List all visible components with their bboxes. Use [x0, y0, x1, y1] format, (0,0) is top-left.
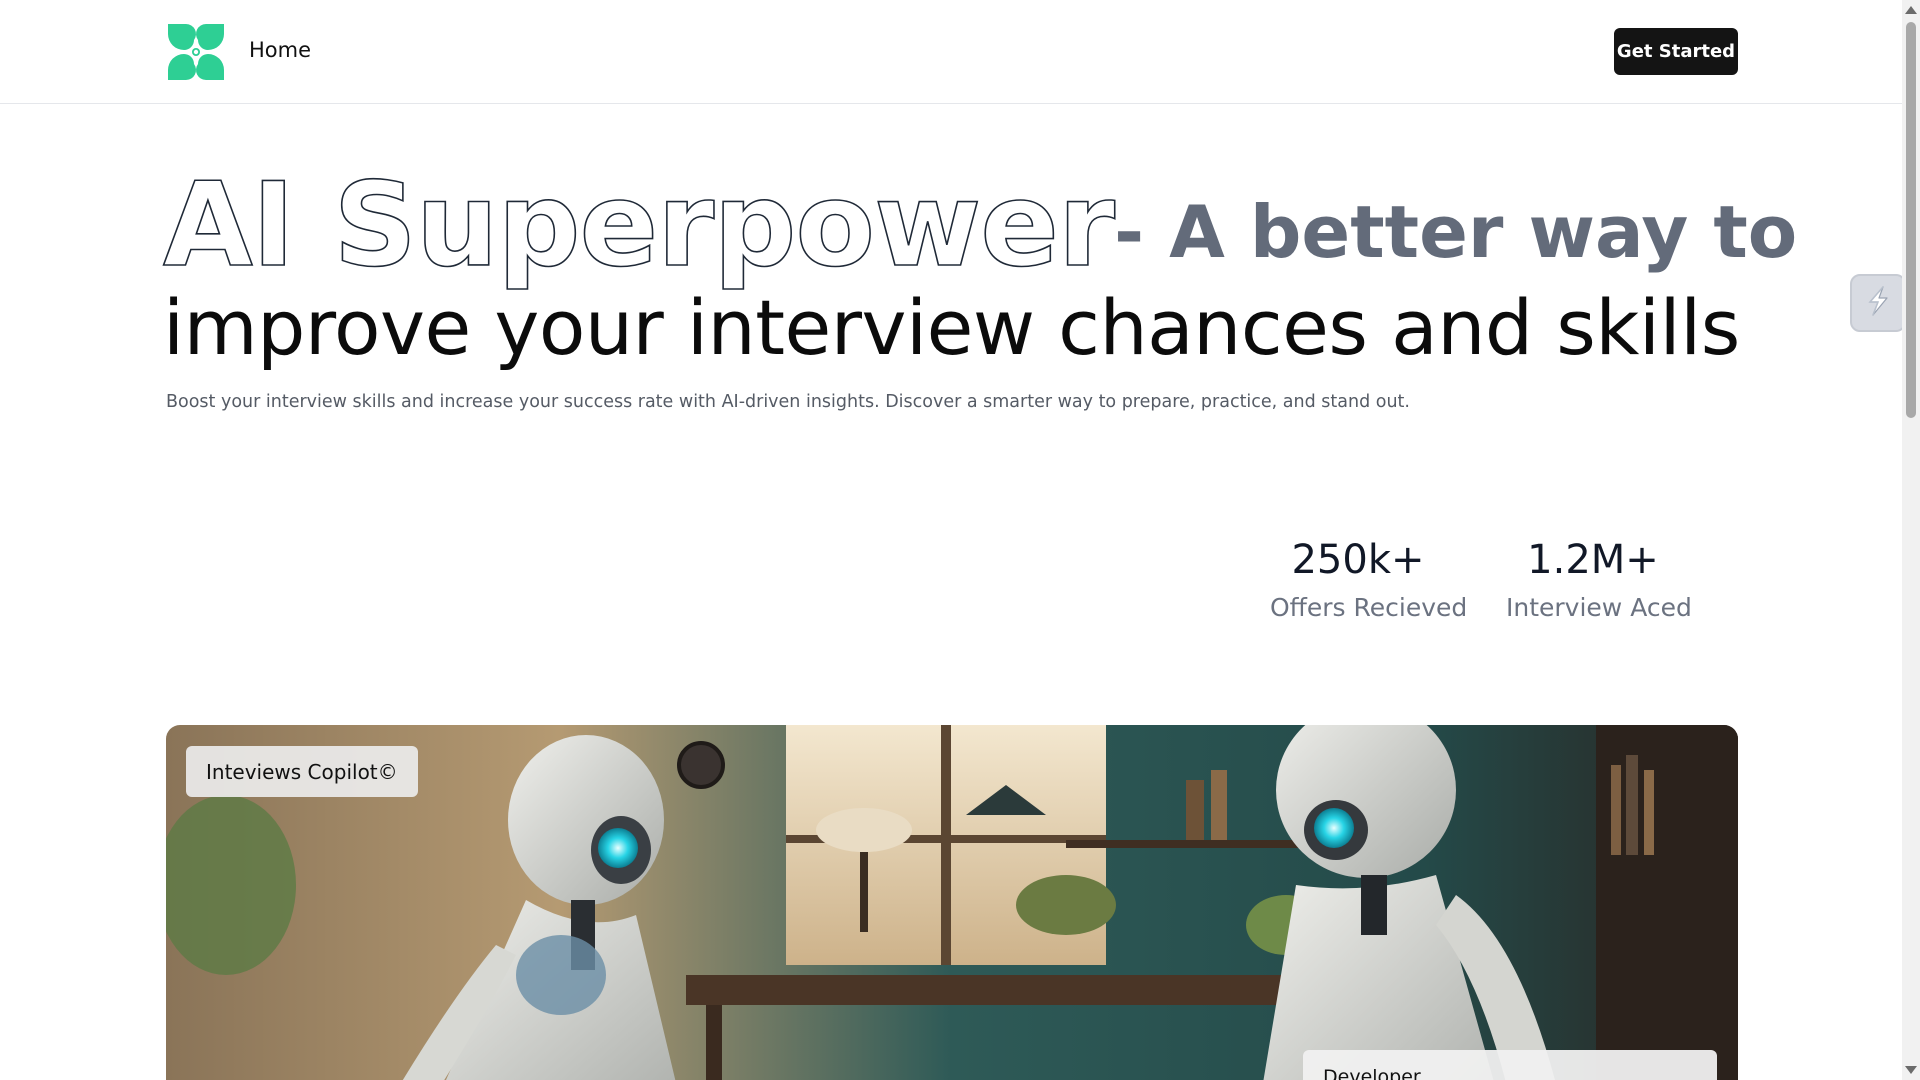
stat-label: Offers Recieved [1270, 593, 1468, 622]
hero-title-bold: - A better way to [1114, 190, 1798, 274]
page: Home Get Started AI Superpower- A better… [0, 0, 1902, 1080]
hero-title-line2: improve your interview chances and skill… [163, 283, 1740, 372]
role-chip-developer: Developer [1303, 1050, 1717, 1080]
copilot-tag: Inteviews Copilot© [186, 746, 418, 797]
logo-icon[interactable] [166, 22, 226, 82]
stat-label: Interview Aced [1506, 593, 1692, 622]
nav-home-link[interactable]: Home [249, 38, 311, 62]
scroll-down-arrow-icon[interactable] [1905, 1066, 1917, 1074]
stat-offers: 250k+ Offers Recieved [1270, 537, 1468, 622]
get-started-button[interactable]: Get Started [1614, 28, 1738, 75]
scrollbar-thumb[interactable] [1906, 22, 1916, 418]
lightning-bolt-icon [1861, 284, 1895, 323]
page-scrollbar[interactable] [1902, 0, 1920, 1080]
stat-value: 1.2M+ [1527, 537, 1659, 583]
stat-interviews: 1.2M+ Interview Aced [1506, 537, 1692, 622]
hero-subtitle: Boost your interview skills and increase… [166, 392, 1410, 412]
hero-title-line1: AI Superpower- A better way to [162, 167, 1798, 285]
top-navbar: Home Get Started [0, 0, 1902, 104]
scroll-up-arrow-icon[interactable] [1905, 6, 1917, 14]
floating-widget-button[interactable] [1850, 274, 1902, 332]
hero-title-outline: AI Superpower [162, 158, 1116, 293]
stat-value: 250k+ [1291, 537, 1425, 583]
